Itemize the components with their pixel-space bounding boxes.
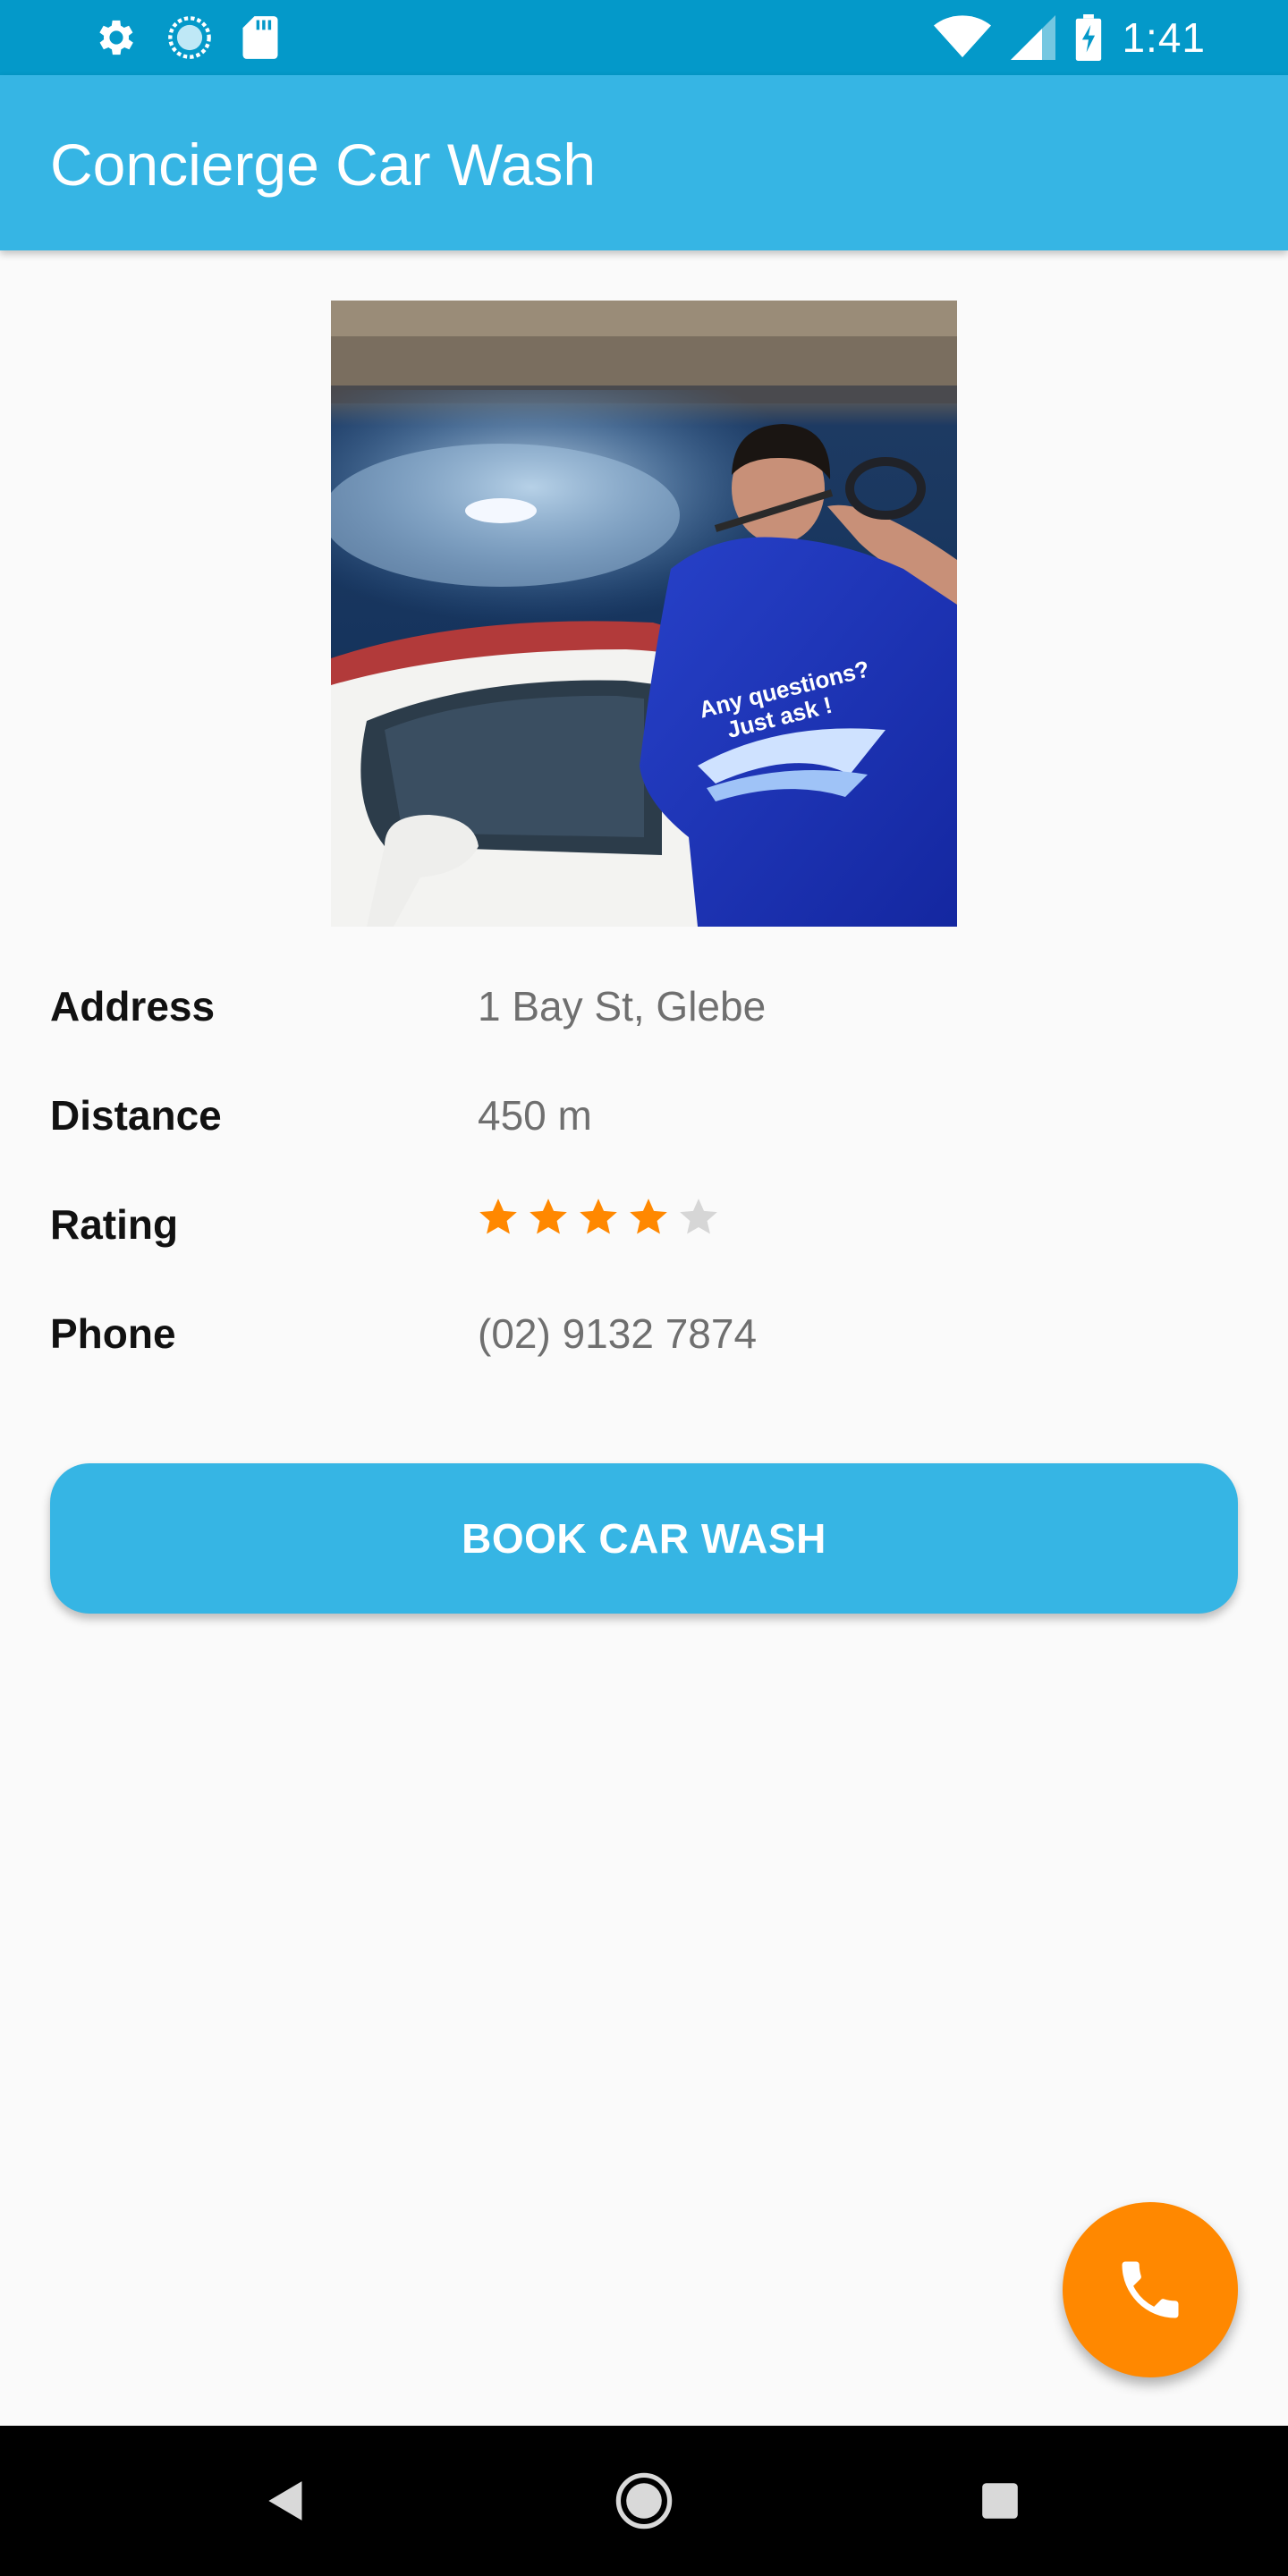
status-bar: 1:41: [0, 0, 1288, 75]
call-fab-button[interactable]: [1063, 2202, 1238, 2377]
recents-icon: [982, 2483, 1018, 2519]
distance-value: 450 m: [478, 1092, 592, 1139]
phone-label: Phone: [50, 1310, 176, 1357]
book-car-wash-button[interactable]: BOOK CAR WASH: [50, 1463, 1238, 1614]
settings-icon: [99, 20, 133, 55]
star-filled-icon: [530, 1199, 567, 1234]
status-right-icons: 1:41: [934, 13, 1206, 63]
sd-card-icon: [242, 16, 278, 59]
app-bar: Concierge Car Wash: [0, 75, 1288, 250]
rating-label: Rating: [50, 1201, 179, 1248]
star-empty-icon: [680, 1199, 717, 1234]
address-value: 1 Bay St, Glebe: [478, 983, 767, 1030]
back-icon: [268, 2481, 302, 2521]
phone-icon: [1122, 2261, 1179, 2318]
status-time: 1:41: [1122, 14, 1206, 61]
back-button[interactable]: [224, 2426, 349, 2576]
battery-charging-icon: [1076, 14, 1102, 61]
star-filled-icon: [479, 1199, 517, 1234]
page-title: Concierge Car Wash: [50, 131, 597, 198]
star-filled-icon: [630, 1199, 667, 1234]
rating-row: Rating: [50, 1199, 1213, 1272]
address-label: Address: [50, 983, 216, 1030]
address-row: Address 1 Bay St, Glebe: [50, 982, 1213, 1054]
rating-stars: [476, 1195, 721, 1240]
star-filled-icon: [580, 1199, 617, 1234]
distance-row: Distance 450 m: [50, 1091, 1213, 1163]
recents-button[interactable]: [937, 2426, 1063, 2576]
distance-label: Distance: [50, 1092, 222, 1139]
system-nav-bar: [0, 2426, 1288, 2576]
wifi-icon: [934, 15, 992, 58]
home-button[interactable]: [581, 2426, 707, 2576]
sync-icon: [168, 16, 211, 59]
phone-value: (02) 9132 7874: [478, 1310, 758, 1357]
car-wash-photo: Any questions? Just ask !: [331, 301, 957, 927]
phone-row: Phone (02) 9132 7874: [50, 1309, 1213, 1381]
signal-icon: [1011, 15, 1056, 60]
home-icon: [615, 2472, 673, 2529]
status-left-icons: [93, 13, 281, 63]
